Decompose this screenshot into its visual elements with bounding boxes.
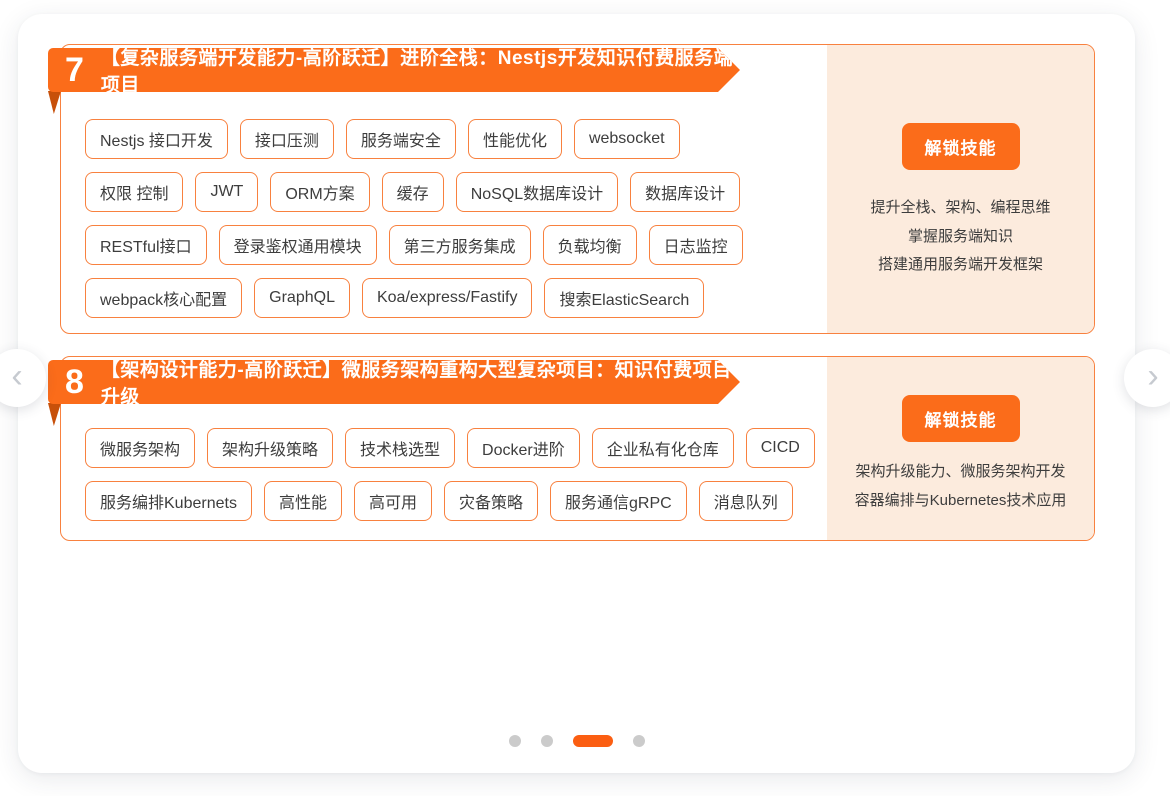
skill-tag: 服务编排Kubernets bbox=[85, 481, 252, 521]
skill-tag: 企业私有化仓库 bbox=[592, 428, 734, 468]
skill-tag: 缓存 bbox=[382, 172, 444, 212]
skill-tag: 微服务架构 bbox=[85, 428, 195, 468]
skill-summary-line: 搭建通用服务端开发框架 bbox=[870, 251, 1050, 280]
skill-tag: 灾备策略 bbox=[444, 481, 538, 521]
tag-row: 权限 控制 JWT ORM方案 缓存 NoSQL数据库设计 数据库设计 bbox=[85, 172, 827, 212]
skill-tag: ORM方案 bbox=[270, 172, 369, 212]
carousel-pagination bbox=[18, 735, 1135, 747]
tag-row: webpack核心配置 GraphQL Koa/express/Fastify … bbox=[85, 278, 827, 318]
stage-card-7: 7 【复杂服务端开发能力-高阶跃迁】进阶全栈：Nestjs开发知识付费服务端项目… bbox=[60, 44, 1095, 334]
skill-summary: 提升全栈、架构、编程思维 掌握服务端知识 搭建通用服务端开发框架 bbox=[870, 194, 1050, 280]
course-carousel-page: 7 【复杂服务端开发能力-高阶跃迁】进阶全栈：Nestjs开发知识付费服务端项目… bbox=[0, 0, 1170, 796]
unlock-skills-panel: 解锁技能 架构升级能力、微服务架构开发 容器编排与Kubernetes技术应用 bbox=[827, 357, 1094, 540]
stage-title: 【架构设计能力-高阶跃迁】微服务架构重构大型复杂项目：知识付费项目升级 bbox=[101, 355, 740, 409]
skill-tag: 第三方服务集成 bbox=[389, 225, 531, 265]
skill-tag: 技术栈选型 bbox=[345, 428, 455, 468]
pagination-dot-4[interactable] bbox=[633, 735, 645, 747]
skill-summary-line: 提升全栈、架构、编程思维 bbox=[870, 194, 1050, 223]
skill-tag: websocket bbox=[574, 119, 680, 159]
stage-number: 7 bbox=[65, 53, 84, 87]
skill-tag: NoSQL数据库设计 bbox=[456, 172, 618, 212]
skill-tag: 服务通信gRPC bbox=[550, 481, 687, 521]
skill-tag: 服务端安全 bbox=[346, 119, 456, 159]
skill-summary-line: 掌握服务端知识 bbox=[870, 223, 1050, 252]
skill-tag: 性能优化 bbox=[468, 119, 562, 159]
skill-summary: 架构升级能力、微服务架构开发 容器编排与Kubernetes技术应用 bbox=[855, 458, 1067, 515]
stage-number: 8 bbox=[65, 365, 84, 399]
unlock-skills-button[interactable]: 解锁技能 bbox=[902, 123, 1020, 170]
skill-tag: 高性能 bbox=[264, 481, 342, 521]
chevron-right-icon: › bbox=[1147, 359, 1158, 393]
skill-tag: CICD bbox=[746, 428, 815, 468]
skill-tag: 高可用 bbox=[354, 481, 432, 521]
skill-tag: Nestjs 接口开发 bbox=[85, 119, 228, 159]
unlock-skills-panel: 解锁技能 提升全栈、架构、编程思维 掌握服务端知识 搭建通用服务端开发框架 bbox=[827, 45, 1094, 333]
skill-tag: 架构升级策略 bbox=[207, 428, 333, 468]
skill-summary-line: 架构升级能力、微服务架构开发 bbox=[855, 458, 1067, 487]
unlock-skills-button[interactable]: 解锁技能 bbox=[902, 395, 1020, 442]
pagination-dot-2[interactable] bbox=[541, 735, 553, 747]
skill-tag: 权限 控制 bbox=[85, 172, 183, 212]
skill-tag: 登录鉴权通用模块 bbox=[219, 225, 377, 265]
skill-tag: RESTful接口 bbox=[85, 225, 207, 265]
stage-title: 【复杂服务端开发能力-高阶跃迁】进阶全栈：Nestjs开发知识付费服务端项目 bbox=[101, 43, 740, 97]
tag-row: 服务编排Kubernets 高性能 高可用 灾备策略 服务通信gRPC 消息队列 bbox=[85, 481, 827, 521]
chevron-left-icon: ‹ bbox=[11, 359, 22, 393]
skill-tag: 接口压测 bbox=[240, 119, 334, 159]
skill-summary-line: 容器编排与Kubernetes技术应用 bbox=[855, 487, 1067, 516]
tag-row: 微服务架构 架构升级策略 技术栈选型 Docker进阶 企业私有化仓库 CICD bbox=[85, 428, 827, 468]
skill-tag: GraphQL bbox=[254, 278, 350, 318]
skill-tag: webpack核心配置 bbox=[85, 278, 242, 318]
skill-tag: 消息队列 bbox=[699, 481, 793, 521]
skill-tag: 日志监控 bbox=[649, 225, 743, 265]
skill-tag: 负载均衡 bbox=[543, 225, 637, 265]
pagination-dot-3[interactable] bbox=[573, 735, 613, 747]
stage-8-banner: 8 【架构设计能力-高阶跃迁】微服务架构重构大型复杂项目：知识付费项目升级 bbox=[48, 360, 740, 404]
skill-tag: JWT bbox=[195, 172, 258, 212]
skill-tag: Koa/express/Fastify bbox=[362, 278, 533, 318]
skill-tag: Docker进阶 bbox=[467, 428, 580, 468]
skill-tag: 数据库设计 bbox=[630, 172, 740, 212]
stage-card-8: 8 【架构设计能力-高阶跃迁】微服务架构重构大型复杂项目：知识付费项目升级 微服… bbox=[60, 356, 1095, 541]
stage-7-banner: 7 【复杂服务端开发能力-高阶跃迁】进阶全栈：Nestjs开发知识付费服务端项目 bbox=[48, 48, 740, 92]
course-stages-panel: 7 【复杂服务端开发能力-高阶跃迁】进阶全栈：Nestjs开发知识付费服务端项目… bbox=[18, 14, 1135, 773]
tag-row: Nestjs 接口开发 接口压测 服务端安全 性能优化 websocket bbox=[85, 119, 827, 159]
skill-tag: 搜索ElasticSearch bbox=[544, 278, 704, 318]
pagination-dot-1[interactable] bbox=[509, 735, 521, 747]
tag-row: RESTful接口 登录鉴权通用模块 第三方服务集成 负载均衡 日志监控 bbox=[85, 225, 827, 265]
